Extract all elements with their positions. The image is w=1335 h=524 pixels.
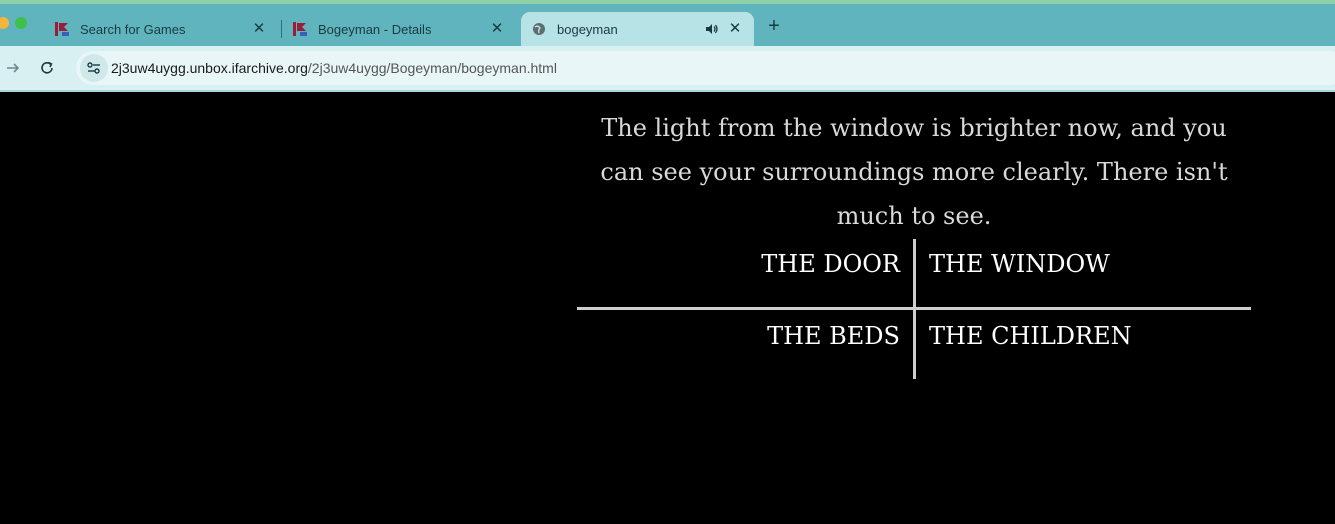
address-bar[interactable]: 2j3uw4uygg.unbox.ifarchive.org/2j3uw4uyg… — [76, 51, 1335, 85]
site-settings-icon[interactable] — [80, 54, 108, 82]
forward-arrow-icon[interactable] — [2, 57, 24, 79]
close-icon[interactable]: ✕ — [726, 20, 744, 38]
tab-title: Search for Games — [80, 21, 186, 37]
tab-bogeyman-details[interactable]: Bogeyman - Details ✕ — [282, 12, 516, 46]
url-text[interactable]: 2j3uw4uygg.unbox.ifarchive.org/2j3uw4uyg… — [111, 60, 557, 76]
browser-toolbar: 2j3uw4uygg.unbox.ifarchive.org/2j3uw4uyg… — [0, 46, 1335, 90]
choice-the-window[interactable]: THE WINDOW — [929, 249, 1110, 279]
ifdb-icon — [292, 21, 308, 37]
url-host: 2j3uw4uygg.unbox.ifarchive.org — [111, 60, 308, 76]
close-icon[interactable]: ✕ — [488, 20, 506, 38]
close-icon[interactable]: ✕ — [250, 20, 268, 38]
plus-icon[interactable]: + — [764, 16, 784, 36]
minimize-window-button[interactable] — [0, 17, 9, 29]
globe-icon — [531, 21, 547, 37]
ifdb-icon — [54, 21, 70, 37]
story-text: The light from the window is brighter no… — [600, 114, 1228, 230]
tab-title: bogeyman — [557, 21, 618, 37]
grid-horizontal-divider — [577, 307, 1251, 310]
tab-bogeyman[interactable]: bogeyman ✕ — [521, 12, 754, 46]
choice-grid: THE DOOR THE WINDOW THE BEDS THE CHILDRE… — [577, 239, 1251, 379]
speaker-icon[interactable] — [705, 20, 721, 38]
tab-title: Bogeyman - Details — [318, 21, 432, 37]
tab-search-for-games[interactable]: Search for Games ✕ — [44, 12, 278, 46]
url-path: /2j3uw4uygg/Bogeyman/bogeyman.html — [307, 60, 557, 76]
choice-the-beds[interactable]: THE BEDS — [767, 321, 900, 351]
choice-the-children[interactable]: THE CHILDREN — [929, 321, 1132, 351]
reload-icon[interactable] — [36, 57, 58, 79]
tab-strip: Search for Games ✕ Bogeyman - Details ✕ … — [0, 4, 1335, 46]
zoom-window-button[interactable] — [15, 17, 27, 29]
choice-the-door[interactable]: THE DOOR — [761, 249, 900, 279]
browser-chrome: Search for Games ✕ Bogeyman - Details ✕ … — [0, 0, 1335, 92]
